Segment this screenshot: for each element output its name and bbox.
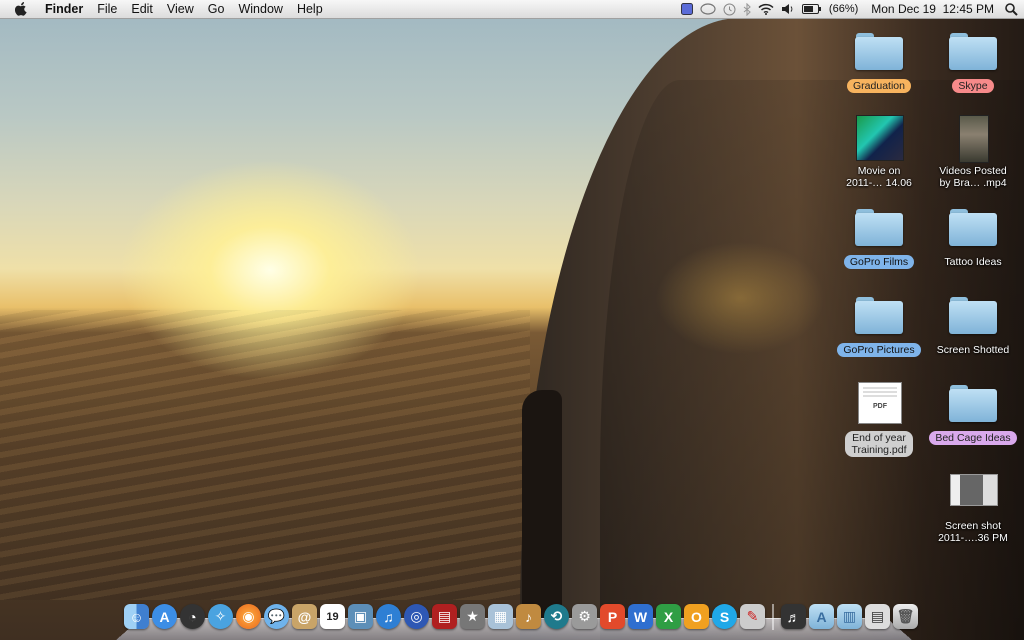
menu-extras: (66%) Mon Dec 19 12:45 PM <box>680 0 1018 18</box>
calendar-icon[interactable]: 19 <box>320 604 345 629</box>
spotlight-search-icon[interactable] <box>1005 0 1018 18</box>
menu-file[interactable]: File <box>90 0 124 18</box>
folder-icon <box>947 294 999 340</box>
preview-icon[interactable]: ▦ <box>488 604 513 629</box>
battery-percent: (66%) <box>828 3 859 15</box>
folder-icon <box>853 294 905 340</box>
desktop-icon-label: Videos Posted by Bra… .mp4 <box>939 165 1007 189</box>
chat-bubble-icon[interactable] <box>700 0 716 18</box>
dock-separator <box>772 604 774 630</box>
photo-booth-icon[interactable]: ▤ <box>432 604 457 629</box>
iphoto-icon[interactable]: ▣ <box>348 604 373 629</box>
folder-icon <box>947 206 999 252</box>
word-icon[interactable]: W <box>628 604 653 629</box>
desktop-icon-label: GoPro Pictures <box>837 343 921 357</box>
apple-menu-icon[interactable] <box>14 2 28 16</box>
desktop-icon-label: GoPro Films <box>843 255 915 269</box>
desktop-folder-bed-cage-ideas[interactable]: Bed Cage Ideas <box>923 382 1023 446</box>
folder-icon <box>853 30 905 76</box>
documents-stack-icon[interactable]: ▥ <box>837 604 862 629</box>
desktop-icon-label: End of year Training.pdf <box>845 431 913 457</box>
wallpaper-dunes <box>0 310 530 600</box>
menu-edit[interactable]: Edit <box>124 0 160 18</box>
finder-icon[interactable]: ☺ <box>124 604 149 629</box>
desktop-icon-label: Screen Shotted <box>936 344 1010 356</box>
garageband-icon[interactable]: ♪ <box>516 604 541 629</box>
desktop-folder-graduation[interactable]: Graduation <box>829 30 929 94</box>
dvd-player-icon[interactable]: ◎ <box>404 604 429 629</box>
desktop-file-screen-shot[interactable]: Screen shot 2011-….36 PM <box>923 470 1023 546</box>
bluetooth-icon[interactable] <box>743 0 751 18</box>
folder-icon <box>853 206 905 252</box>
desktop-icon-label: Bed Cage Ideas <box>929 431 1017 445</box>
utility-icon[interactable]: ✎ <box>740 604 765 629</box>
folder-icon <box>947 30 999 76</box>
folder-icon <box>947 382 999 428</box>
battery-icon[interactable] <box>801 0 822 18</box>
desktop-icon-label: Movie on 2011-… 14.06 <box>846 165 912 189</box>
system-preferences-icon[interactable]: ⚙ <box>572 604 597 629</box>
desktop-icon-label: Skype <box>952 79 994 93</box>
applications-stack-icon[interactable]: A <box>809 604 834 629</box>
dock-items: ☺ A ◔ ✧ ◉ 💬 @ 19 ▣ ♫ ◎ ▤ ★ ▦ ♪ ⟲ ⚙ P W X… <box>124 604 918 630</box>
excel-icon[interactable]: X <box>656 604 681 629</box>
menu-bar: Finder File Edit View Go Window Help (66… <box>0 0 1024 19</box>
video-thumbnail-icon <box>853 115 905 161</box>
desktop-file-movie[interactable]: Movie on 2011-… 14.06 <box>829 115 929 191</box>
wallpaper-wheel <box>522 390 562 620</box>
desktop-folder-gopro-films[interactable]: GoPro Films <box>829 206 929 270</box>
desktop-file-end-of-year-pdf[interactable]: PDF End of year Training.pdf <box>829 382 929 458</box>
video-thumbnail-icon <box>947 115 999 163</box>
desktop-folder-gopro-pictures[interactable]: GoPro Pictures <box>829 294 929 358</box>
desktop-file-videos-posted[interactable]: Videos Posted by Bra… .mp4 <box>923 115 1023 191</box>
pdf-badge: PDF <box>873 403 887 410</box>
screenshot-thumbnail-icon <box>947 470 999 516</box>
app-status-icon[interactable] <box>680 0 693 18</box>
skype-icon[interactable]: S <box>712 604 737 629</box>
volume-icon[interactable] <box>781 0 795 18</box>
firefox-icon[interactable]: ◉ <box>236 604 261 629</box>
address-book-icon[interactable]: @ <box>292 604 317 629</box>
desktop-icon-label: Graduation <box>847 79 911 93</box>
menu-go[interactable]: Go <box>201 0 232 18</box>
menu-finder[interactable]: Finder <box>38 0 90 18</box>
desktop-icon-label: Screen shot 2011-….36 PM <box>938 520 1008 544</box>
wifi-icon[interactable] <box>758 0 774 18</box>
menu-window[interactable]: Window <box>231 0 289 18</box>
desktop-folder-screen-shotted[interactable]: Screen Shotted <box>923 294 1023 358</box>
ichat-icon[interactable]: 💬 <box>264 604 289 629</box>
time-machine-icon[interactable] <box>723 0 736 18</box>
outlook-icon[interactable]: O <box>684 604 709 629</box>
powerpoint-icon[interactable]: P <box>600 604 625 629</box>
dashboard-icon[interactable]: ◔ <box>180 604 205 629</box>
clock[interactable]: Mon Dec 19 12:45 PM <box>871 2 994 16</box>
safari-icon[interactable]: ✧ <box>208 604 233 629</box>
desktop-folder-tattoo-ideas[interactable]: Tattoo Ideas <box>923 206 1023 270</box>
menu-view[interactable]: View <box>160 0 201 18</box>
app-store-icon[interactable]: A <box>152 604 177 629</box>
music-stack-icon[interactable]: ♬ <box>781 604 806 629</box>
trash-icon[interactable]: 🗑 <box>893 604 918 629</box>
itunes-icon[interactable]: ♫ <box>376 604 401 629</box>
imovie-icon[interactable]: ★ <box>460 604 485 629</box>
downloads-stack-icon[interactable]: ▤ <box>865 604 890 629</box>
pdf-document-icon: PDF <box>853 382 905 428</box>
dock: ☺ A ◔ ✧ ◉ 💬 @ 19 ▣ ♫ ◎ ▤ ★ ▦ ♪ ⟲ ⚙ P W X… <box>116 600 918 640</box>
time-machine-dock-icon[interactable]: ⟲ <box>544 604 569 629</box>
desktop-folder-skype[interactable]: Skype <box>923 30 1023 94</box>
menu-help[interactable]: Help <box>290 0 330 18</box>
desktop-icon-label: Tattoo Ideas <box>944 256 1002 268</box>
